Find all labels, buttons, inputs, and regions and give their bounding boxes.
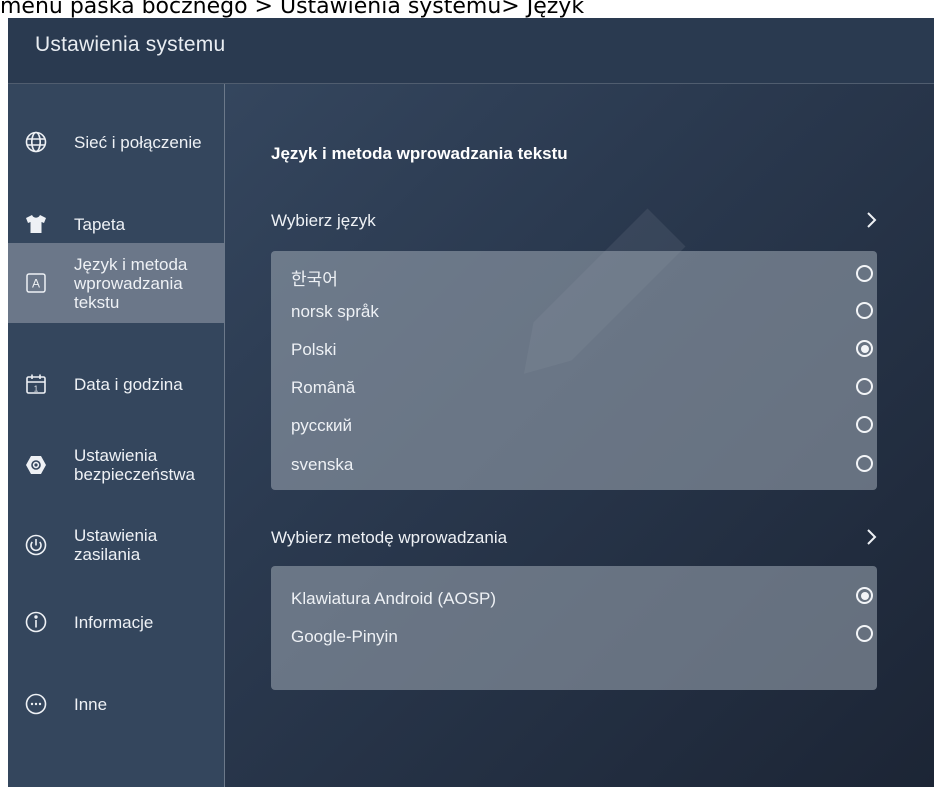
radio-button[interactable] (856, 625, 873, 642)
sidebar-item-network[interactable]: Sieć i połączenie (8, 112, 224, 172)
sidebar: Sieć i połączenie Tapeta A Język i metod… (8, 84, 225, 787)
sidebar-item-label: Ustawienia bezpieczeństwa (74, 446, 195, 484)
language-option[interactable]: Română (291, 370, 877, 406)
sidebar-item-date-time[interactable]: 1 Data i godzina (8, 354, 224, 414)
language-option[interactable]: русский (291, 408, 877, 444)
sidebar-item-label: Informacje (74, 612, 154, 632)
shirt-icon (25, 213, 47, 235)
svg-text:A: A (32, 277, 40, 291)
sidebar-item-language[interactable]: A Język i metoda wprowadzania tekstu (8, 243, 224, 323)
language-option[interactable]: 한국어 (291, 261, 877, 297)
option-label: Română (291, 378, 356, 397)
sidebar-item-label: Ustawienia zasilania (74, 526, 158, 564)
info-icon (25, 611, 47, 633)
title-bar: Ustawienia systemu (8, 18, 934, 84)
radio-button[interactable] (856, 378, 873, 395)
radio-button[interactable] (856, 302, 873, 319)
globe-icon (25, 131, 47, 153)
section-title: Język i metoda wprowadzania tekstu (271, 144, 568, 163)
option-label: русский (291, 416, 353, 435)
sidebar-item-security[interactable]: Ustawienia bezpieczeństwa (8, 430, 224, 500)
language-option[interactable]: svenska (291, 447, 877, 483)
sidebar-item-label: Sieć i połączenie (74, 132, 202, 152)
radio-button[interactable] (856, 455, 873, 472)
sidebar-item-label: Inne (74, 694, 108, 714)
screenshot-caption: menu paska bocznego > Ustawienia systemu… (0, 0, 585, 19)
input-method-row-label[interactable]: Wybierz metodę wprowadzania (271, 528, 507, 548)
radio-button[interactable] (856, 416, 873, 433)
sidebar-item-label: Tapeta (74, 214, 126, 234)
radio-button-selected[interactable] (856, 587, 873, 604)
radio-button[interactable] (856, 265, 873, 282)
chevron-right-icon[interactable] (865, 210, 879, 230)
letter-a-icon: A (25, 272, 47, 294)
input-method-option[interactable]: Klawiatura Android (AOSP) (291, 581, 877, 617)
input-method-list[interactable]: Klawiatura Android (AOSP) Google-Pinyin (271, 566, 877, 690)
option-label: Google-Pinyin (291, 627, 398, 646)
window-title: Ustawienia systemu (35, 33, 226, 56)
option-label: svenska (291, 455, 354, 474)
option-label: Polski (291, 340, 337, 359)
option-label: 한국어 (291, 270, 338, 289)
settings-window: Ustawienia systemu Sieć i połączenie Tap… (8, 18, 934, 787)
svg-text:1: 1 (34, 385, 39, 394)
option-label: Klawiatura Android (AOSP) (291, 589, 497, 608)
language-row-label[interactable]: Wybierz język (271, 211, 376, 231)
input-method-option[interactable]: Google-Pinyin (291, 619, 877, 655)
sidebar-item-power[interactable]: Ustawienia zasilania (8, 510, 224, 580)
option-label: norsk språk (291, 302, 379, 321)
sidebar-item-other[interactable]: Inne (8, 674, 224, 734)
language-option[interactable]: Polski (291, 332, 877, 368)
sidebar-item-info[interactable]: Informacje (8, 592, 224, 652)
shield-icon (25, 454, 47, 476)
main-content: Język i metoda wprowadzania tekstu Wybie… (225, 84, 934, 787)
radio-button-selected[interactable] (856, 340, 873, 357)
language-option[interactable]: norsk språk (291, 294, 877, 330)
calendar-icon: 1 (25, 373, 47, 395)
chevron-right-icon[interactable] (865, 527, 879, 547)
power-icon (25, 534, 47, 556)
sidebar-item-label: Data i godzina (74, 374, 183, 394)
language-list[interactable]: 한국어 norsk språk Polski Română русский sv… (271, 251, 877, 490)
more-icon (25, 693, 47, 715)
sidebar-item-label: Język i metoda wprowadzania tekstu (74, 254, 188, 312)
